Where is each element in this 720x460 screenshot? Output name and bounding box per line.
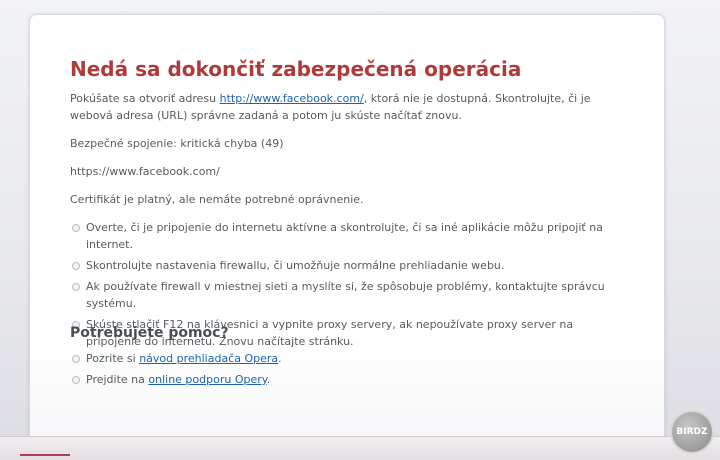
bullet-icon: [72, 376, 80, 384]
suggestion-item: Overte, či je pripojenie do internetu ak…: [70, 219, 610, 253]
opera-support-link[interactable]: online podporu Opery: [148, 373, 266, 386]
requested-url: https://www.facebook.com/: [70, 165, 220, 178]
bullet-icon: [72, 355, 80, 363]
intro-text: Pokúšate sa otvoriť adresu: [70, 92, 220, 105]
bullet-icon: [72, 283, 80, 291]
security-status: Bezpečné spojenie: kritická chyba (49): [70, 137, 284, 150]
certificate-message: Certifikát je platný, ale nemáte potrebn…: [70, 193, 364, 206]
intro-url-link[interactable]: http://www.facebook.com/: [220, 92, 364, 105]
bullet-icon: [72, 262, 80, 270]
suggestion-text: Skontrolujte nastavenia firewallu, či um…: [86, 259, 505, 272]
suggestion-item: Skontrolujte nastavenia firewallu, či um…: [70, 257, 610, 274]
suggestion-text: Overte, či je pripojenie do internetu ak…: [86, 221, 603, 251]
bullet-icon: [72, 224, 80, 232]
taskbar: [0, 436, 720, 460]
help-list: Pozrite si návod prehliadača Opera. Prej…: [70, 350, 610, 392]
help-text: Pozrite si: [86, 352, 140, 365]
suggestion-item: Ak používate firewall v miestnej sieti a…: [70, 278, 610, 312]
help-text: Prejdite na: [86, 373, 149, 386]
help-text-end: .: [278, 352, 282, 365]
opera-guide-link[interactable]: návod prehliadača Opera: [139, 352, 278, 365]
help-item: Prejdite na online podporu Opery.: [70, 371, 610, 388]
suggestion-text: Ak používate firewall v miestnej sieti a…: [86, 280, 605, 310]
help-item: Pozrite si návod prehliadača Opera.: [70, 350, 610, 367]
help-heading: Potrebujete pomoc?: [70, 325, 229, 341]
error-intro: Pokúšate sa otvoriť adresu http://www.fa…: [70, 90, 610, 124]
error-title: Nedá sa dokončiť zabezpečená operácia: [70, 57, 522, 81]
taskbar-accent: [20, 454, 70, 456]
help-text-end: .: [266, 373, 271, 386]
watermark-badge: BIRDZ: [670, 410, 714, 454]
